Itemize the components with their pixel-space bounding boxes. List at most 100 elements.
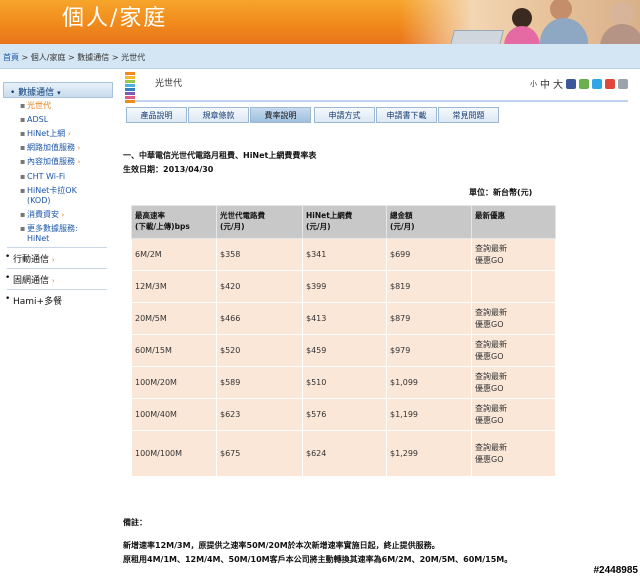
promo-cell [471, 270, 556, 303]
breadcrumb-item-data[interactable]: 數據通信 [77, 53, 109, 62]
tab-terms[interactable]: 規章條款 [188, 107, 249, 123]
sidebar-item-label: 光世代 [27, 101, 51, 110]
promo-link[interactable]: 查詢最新 優惠GO [471, 334, 556, 367]
notes-title: 備註： [123, 518, 147, 527]
sidebar-item-fiber[interactable]: ▪ 光世代 [3, 100, 113, 111]
page-tools: 小 中 大 [530, 76, 628, 91]
breadcrumb-home[interactable]: 首頁 [3, 53, 19, 62]
cell-circuit: $589 [216, 366, 303, 399]
chevron-right-icon: › [61, 211, 65, 219]
child-figure [512, 8, 532, 28]
breadcrumb-item-personal[interactable]: 個人/家庭 [31, 53, 66, 62]
site-banner: 個人/家庭 [0, 0, 640, 44]
sidebar-item-wifi[interactable]: ▪ CHT Wi-Fi [3, 171, 113, 182]
section-heading: 一、中華電信光世代電路月租費、HiNet上網費費率表 [123, 151, 317, 160]
bullet-icon: ▪ [20, 186, 26, 195]
promo-link[interactable]: 查詢最新 優惠GO [471, 366, 556, 399]
cell-circuit: $520 [216, 334, 303, 367]
sidebar-item-label-line2: (KOD) [27, 196, 51, 205]
twitter-icon[interactable] [592, 78, 602, 89]
cell-hinet: $576 [302, 398, 387, 431]
bullet-icon: ▪ [20, 101, 26, 110]
sidebar-item-hinet[interactable]: ▪ HiNet上網 › [3, 128, 113, 139]
sidebar-item-security[interactable]: ▪ 消費資安 › [3, 209, 113, 220]
cell-circuit: $358 [216, 238, 303, 271]
content-header: 光世代 小 中 大 [123, 70, 628, 104]
sidebar-group-label: 行動通信 [13, 255, 50, 265]
sidebar-item-karaoke[interactable]: ▪ HiNet卡拉OK (KOD) [3, 185, 113, 206]
cell-circuit: $623 [216, 398, 303, 431]
cell-total: $979 [386, 334, 472, 367]
cell-circuit: $466 [216, 302, 303, 335]
sidebar-item-adsl[interactable]: ▪ ADSL [3, 114, 113, 125]
cell-hinet: $399 [302, 270, 387, 303]
sidebar-item-network-vas[interactable]: ▪ 網路加值服務 › [3, 142, 113, 153]
grandma-figure [610, 2, 634, 26]
cell-speed: 100M/20M [131, 366, 217, 399]
facebook-icon[interactable] [566, 78, 576, 89]
table-header-row: 最高速率 (下載/上傳)bps 光世代電路費 (元/月) HiNet上網費 (元/月)… [131, 205, 556, 239]
sidebar-item-content-vas[interactable]: ▪ 內容加值服務 › [3, 156, 113, 167]
cell-speed: 20M/5M [131, 302, 217, 335]
promo-link[interactable]: 查詢最新 優惠GO [471, 430, 556, 477]
page-title: 光世代 [155, 79, 183, 89]
col-header-speed: 最高速率 (下載/上傳)bps [131, 205, 217, 239]
tab-form-download[interactable]: 申請書下載 [376, 107, 437, 123]
effective-date: 生效日期：2013/04/30 [123, 165, 214, 174]
bullet-icon: • [5, 294, 11, 304]
grandpa-figure [550, 0, 572, 20]
cell-hinet: $341 [302, 238, 387, 271]
plurk-icon[interactable] [579, 78, 589, 89]
banner-title: 個人/家庭 [62, 6, 168, 31]
table-row: 6M/2M $358 $341 $699 查詢最新 優惠GO [131, 238, 556, 271]
bullet-icon: • [5, 252, 11, 262]
cell-total: $819 [386, 270, 472, 303]
chevron-right-icon: › [77, 144, 81, 152]
col-header-promo: 最新優惠 [471, 205, 556, 239]
table-row: 60M/15M $520 $459 $979 查詢最新 優惠GO [131, 334, 556, 367]
currency-unit: 單位：新台幣(元) [469, 188, 533, 197]
rate-table: 最高速率 (下載/上傳)bps 光世代電路費 (元/月) HiNet上網費 (元/月)… [131, 205, 556, 477]
font-size-small-button[interactable]: 小 [530, 79, 537, 89]
promo-link[interactable]: 查詢最新 優惠GO [471, 302, 556, 335]
tab-product-info[interactable]: 產品說明 [126, 107, 187, 123]
sidebar-group-fixed[interactable]: • 固網通信 › [3, 269, 113, 286]
chevron-down-icon: ▾ [57, 89, 61, 97]
sidebar-section-data[interactable]: • 數據通信 ▾ [3, 82, 113, 98]
cell-hinet: $510 [302, 366, 387, 399]
promo-link[interactable]: 查詢最新 優惠GO [471, 238, 556, 271]
cell-speed: 6M/2M [131, 238, 217, 271]
font-size-medium-button[interactable]: 中 [540, 76, 550, 91]
share-icon[interactable] [605, 78, 615, 89]
sidebar-group-mobile[interactable]: • 行動通信 › [3, 248, 113, 265]
bullet-icon: ▪ [20, 157, 26, 166]
tab-rates[interactable]: 費率說明 [250, 107, 311, 123]
divider [135, 100, 628, 102]
bullet-icon: • [5, 273, 11, 283]
cell-hinet: $413 [302, 302, 387, 335]
note-line: 新增速率12M/3M，原提供之速率50M/20M於本次新增速率實施日起，終止提供… [123, 541, 440, 550]
print-icon[interactable] [618, 78, 628, 89]
cell-hinet: $624 [302, 430, 387, 477]
sidebar-item-label: CHT Wi-Fi [27, 172, 66, 181]
cell-speed: 100M/40M [131, 398, 217, 431]
tab-faq[interactable]: 常見問題 [438, 107, 499, 123]
col-header-hinet: HiNet上網費 (元/月) [302, 205, 387, 239]
chevron-right-icon: › [51, 277, 55, 285]
sidebar-group-label: 固網通信 [13, 276, 50, 286]
sidebar-group-hami[interactable]: • Hami+多餐 [3, 290, 113, 307]
sidebar-group-label: Hami+多餐 [13, 297, 63, 307]
promo-link[interactable]: 查詢最新 優惠GO [471, 398, 556, 431]
breadcrumb-item-current: 光世代 [121, 53, 146, 62]
sidebar-item-more-data[interactable]: ▪ 更多數據服務: HiNet [3, 223, 113, 244]
sidebar-section-label: 數據通信 [18, 88, 55, 98]
font-size-large-button[interactable]: 大 [553, 76, 563, 91]
cell-speed: 100M/100M [131, 430, 217, 477]
watermark: #2448985 [593, 565, 639, 576]
tab-apply[interactable]: 申請方式 [314, 107, 375, 123]
sidebar-item-label: 更多數據服務: [27, 224, 78, 233]
cell-circuit: $420 [216, 270, 303, 303]
breadcrumb-bar: 首頁 > 個人/家庭 > 數據通信 > 光世代 [0, 44, 640, 69]
breadcrumb-separator: > [19, 53, 31, 62]
cell-total: $699 [386, 238, 472, 271]
